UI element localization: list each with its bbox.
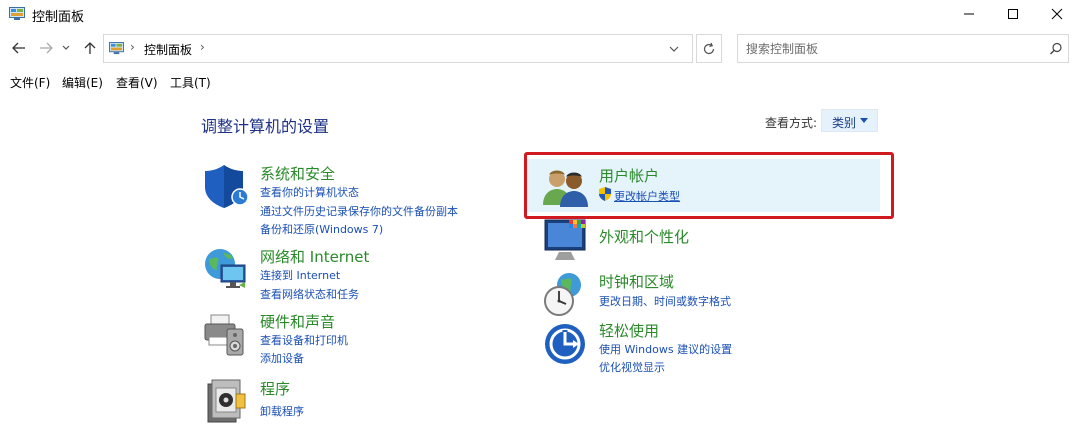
breadcrumb[interactable]: 控制面板 [144,41,192,58]
category-title[interactable]: 网络和 Internet [260,246,369,267]
category-link[interactable]: 优化视觉显示 [599,359,665,375]
category-title[interactable]: 硬件和声音 [260,311,335,332]
clock-globe-icon[interactable] [543,271,589,317]
category-link[interactable]: 查看设备和打印机 [260,332,348,348]
refresh-button[interactable] [696,34,722,63]
minimize-icon [964,13,974,15]
breadcrumb-separator[interactable]: › [130,40,135,54]
category-link[interactable]: 连接到 Internet [260,267,340,283]
menu-edit[interactable]: 编辑(E) [62,74,103,91]
window-title: 控制面板 [32,10,85,25]
search-icon[interactable] [1049,42,1063,56]
navigation-bar: › 控制面板 › [0,32,1080,66]
category-link[interactable]: 使用 Windows 建议的设置 [599,341,732,357]
category-link[interactable]: 查看网络状态和任务 [260,286,359,302]
category-link[interactable]: 添加设备 [260,350,304,366]
shield-icon[interactable] [203,163,249,209]
caret-down-icon [860,118,868,123]
page-title: 调整计算机的设置 [201,117,330,136]
category-title[interactable]: 外观和个性化 [599,226,689,247]
menu-view[interactable]: 查看(V) [116,74,158,91]
search-box[interactable] [737,34,1069,63]
forward-button[interactable] [36,38,56,58]
arrow-right-icon [40,42,53,54]
accessibility-icon[interactable] [543,320,589,366]
up-button[interactable] [80,38,100,58]
breadcrumb-separator[interactable]: › [200,40,205,54]
globe-network-icon[interactable] [203,246,249,292]
category-link[interactable]: 查看你的计算机状态 [260,184,359,200]
highlight-annotation-box [524,152,894,219]
view-by-value[interactable]: 类别 [832,114,856,131]
category-title[interactable]: 系统和安全 [260,163,335,184]
menu-tools[interactable]: 工具(T) [170,74,211,91]
category-link[interactable]: 卸载程序 [260,403,304,419]
recent-locations-button[interactable] [59,38,73,58]
back-button[interactable] [9,38,29,58]
printer-speaker-icon[interactable] [203,311,249,357]
arrow-up-icon [84,42,96,54]
appearance-icon[interactable] [543,218,589,264]
close-button[interactable] [1035,0,1079,28]
address-bar[interactable]: › 控制面板 › [103,34,693,63]
category-link[interactable]: 更改日期、时间或数字格式 [599,293,731,309]
control-panel-icon [9,7,25,20]
category-title[interactable]: 程序 [260,378,290,399]
category-title[interactable]: 时钟和区域 [599,271,674,292]
control-panel-icon [109,42,124,55]
chevron-down-icon[interactable] [667,42,681,56]
refresh-icon [703,42,715,54]
category-link[interactable]: 备份和还原(Windows 7) [260,221,383,237]
menu-bar: 文件(F) 编辑(E) 查看(V) 工具(T) [0,72,1080,92]
maximize-button[interactable] [991,0,1035,28]
chevron-down-icon [62,45,70,50]
programs-icon[interactable] [203,378,249,424]
view-by-label: 查看方式: [765,116,818,130]
minimize-button[interactable] [947,0,991,28]
view-by-select[interactable]: 类别 [821,109,878,132]
close-icon [1051,8,1063,20]
category-link[interactable]: 通过文件历史记录保存你的文件备份副本 [260,203,458,219]
category-title[interactable]: 轻松使用 [599,320,659,341]
menu-file[interactable]: 文件(F) [10,74,50,91]
title-bar: 控制面板 [0,0,1080,30]
search-input[interactable] [746,40,1036,58]
maximize-icon [1008,9,1018,19]
arrow-left-icon [12,42,25,54]
